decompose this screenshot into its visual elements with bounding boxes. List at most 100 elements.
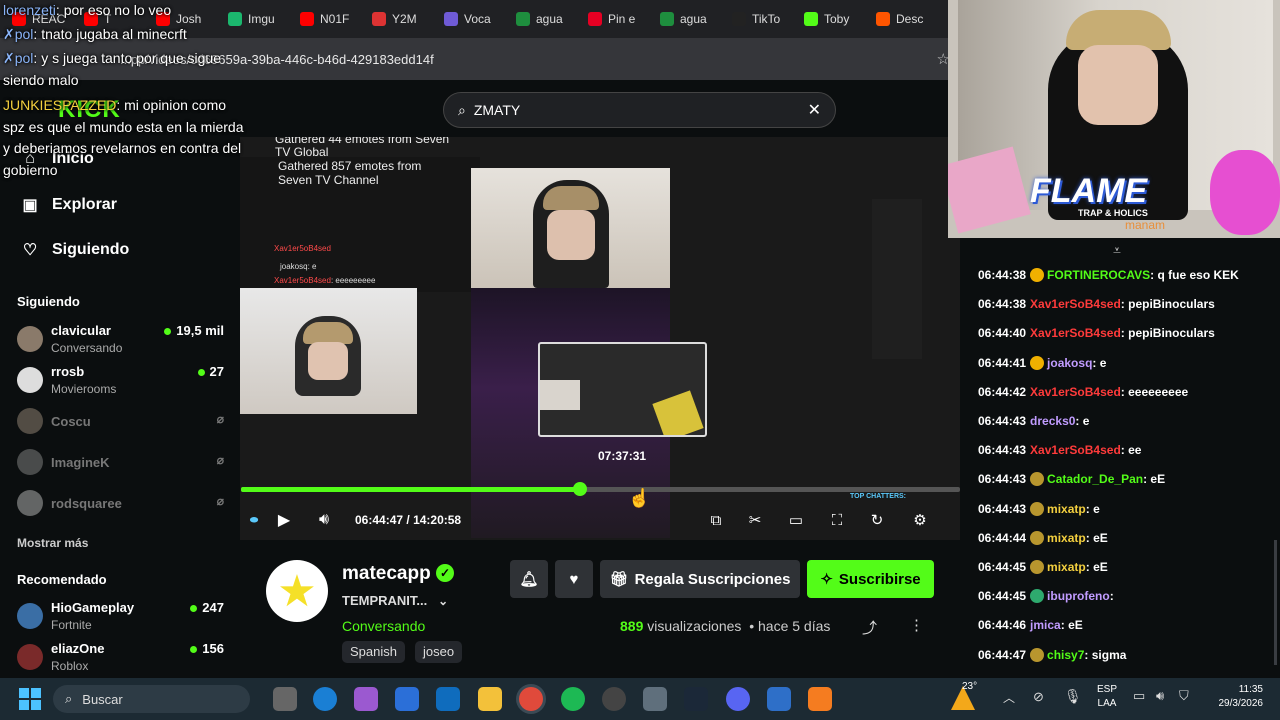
clip-icon[interactable]: ✂ — [743, 511, 767, 529]
chat-username[interactable]: mixatp — [1047, 531, 1086, 545]
follow-heart-button[interactable]: ♥ — [555, 560, 593, 598]
seek-bar-fill — [241, 487, 581, 492]
steam-icon[interactable] — [684, 687, 708, 711]
microphone-icon[interactable]: 🎙︎ — [1064, 688, 1082, 705]
task-view-icon[interactable] — [273, 687, 297, 711]
chat-username[interactable]: drecks0 — [1030, 414, 1075, 428]
chat-username[interactable]: chisy7 — [1047, 648, 1084, 662]
chat-username[interactable]: Xav1erSoB4sed — [1030, 443, 1121, 457]
chrome-icon[interactable] — [519, 687, 543, 711]
browser-tab[interactable]: Toby — [798, 4, 868, 34]
search-bar[interactable]: ⌕ ZMATY ✕ — [443, 92, 836, 128]
edge-icon[interactable] — [313, 687, 337, 711]
network-off-icon[interactable]: ⊘ — [1033, 689, 1044, 705]
picture-in-picture-icon[interactable]: ⧉ — [704, 512, 728, 529]
following-item-clavicular[interactable]: clavicular Conversando 19,5 mil — [17, 322, 227, 358]
recommended-item-hiogameplay[interactable]: HioGameplay Fortnite 247 — [17, 599, 227, 635]
show-more-link[interactable]: Mostrar más — [17, 536, 88, 550]
clock[interactable]: 11:35 29/3/2026 — [1205, 683, 1264, 711]
tag-spanish[interactable]: Spanish — [342, 641, 405, 663]
volume-icon[interactable]: 🔊︎ — [309, 511, 339, 529]
subscribe-button[interactable]: ✧ Suscribirse — [807, 560, 934, 598]
recommended-item-eliazone[interactable]: eliazOne Roblox 156 — [17, 640, 227, 676]
settings-icon[interactable] — [643, 687, 667, 711]
keyboard-language[interactable]: ESP LAA — [1097, 683, 1117, 711]
share-icon[interactable]: ⤴ — [862, 617, 877, 638]
browser-tab[interactable]: agua — [510, 4, 580, 34]
rocket-league-icon[interactable] — [767, 687, 791, 711]
chat-scrollbar[interactable] — [1274, 540, 1277, 665]
chat-username[interactable]: ibuprofeno — [1047, 589, 1110, 603]
browser-tab[interactable]: Voca — [438, 4, 508, 34]
channel-avatar[interactable]: ★ — [266, 560, 328, 622]
chat-username[interactable]: Xav1erSoB4sed — [1030, 326, 1121, 340]
clear-search-icon[interactable]: ✕ — [808, 100, 821, 120]
nav-explorar[interactable]: ▣ Explorar — [22, 195, 116, 215]
chevron-up-icon[interactable]: ︿ — [1003, 689, 1015, 706]
browser-tab[interactable]: Y2M — [366, 4, 436, 34]
windows-start-icon[interactable] — [19, 688, 41, 710]
live-toggle-icon[interactable]: ⬬ — [241, 515, 267, 526]
chat-username[interactable]: joakosq — [1047, 356, 1092, 370]
fl-studio-icon[interactable] — [808, 687, 832, 711]
cap-shape — [1066, 10, 1171, 50]
play-button[interactable]: ▶ — [269, 510, 299, 530]
outlook-icon[interactable] — [436, 687, 460, 711]
more-options-icon[interactable]: ⋮ — [909, 616, 924, 634]
following-item-imaginek[interactable]: ImagineK ⌀ — [17, 445, 227, 481]
following-item-rrosb[interactable]: rrosb Movierooms 27 — [17, 363, 227, 399]
offline-icon: ⌀ — [216, 494, 224, 508]
discord-icon[interactable] — [726, 687, 750, 711]
gift-subscriptions-button[interactable]: 🎁︎ Regala Suscripciones — [600, 560, 800, 598]
taskbar-search[interactable]: ⌕ Buscar — [53, 685, 250, 713]
kick-icon — [804, 12, 818, 26]
chevron-down-icon[interactable]: ⌄ — [438, 594, 448, 608]
following-item-rodsquaree[interactable]: rodsquaree ⌀ — [17, 486, 227, 522]
chat-username[interactable]: Xav1erSoB4sed — [1030, 297, 1121, 311]
compass-icon: ▣ — [22, 197, 38, 214]
preview-cam — [540, 380, 580, 410]
following-item-coscu[interactable]: Coscu ⌀ — [17, 404, 227, 440]
chat-text: : ee — [1120, 443, 1142, 458]
chat-username[interactable]: mixatp — [1047, 502, 1086, 516]
theater-mode-icon[interactable]: ▭ — [784, 511, 808, 529]
chat-username[interactable]: mixatp — [1047, 560, 1086, 574]
video-player[interactable]: Gathered 44 emotes from Seven TV Global … — [240, 137, 960, 540]
search-icon: ⌕ — [65, 691, 73, 706]
stream-category[interactable]: Conversando — [342, 618, 425, 634]
nav-siguiendo[interactable]: ♡ Siguiendo — [22, 240, 130, 260]
copilot-icon[interactable] — [354, 687, 378, 711]
settings-gear-icon[interactable]: ⚙ — [908, 511, 932, 529]
display-icon[interactable]: ▭ — [1133, 688, 1145, 704]
browser-tab[interactable]: N01F — [294, 4, 364, 34]
fullscreen-icon[interactable]: ⛶ — [825, 512, 849, 529]
chat-pinned-toggle-icon[interactable]: ⩡ — [1113, 242, 1121, 259]
notification-bell-button[interactable]: 🔔︎ — [510, 560, 548, 598]
browser-tab[interactable]: agua — [654, 4, 724, 34]
tag-joseo[interactable]: joseo — [415, 641, 463, 663]
browser-tab[interactable]: Imgu — [222, 4, 292, 34]
overlay-chat-line: gobierno — [3, 162, 58, 178]
chat-username[interactable]: jmica — [1030, 618, 1061, 632]
seek-bar[interactable] — [241, 482, 960, 496]
spotify-icon[interactable] — [561, 687, 585, 711]
drive-icon — [660, 12, 674, 26]
file-explorer-icon[interactable] — [478, 687, 502, 711]
buddha-sticker — [1210, 150, 1280, 235]
chat-username[interactable]: Catador_De_Pan — [1047, 472, 1143, 486]
browser-tab[interactable]: Desc — [870, 4, 940, 34]
browser-tab[interactable]: Pin e — [582, 4, 652, 34]
obs-icon[interactable] — [602, 687, 626, 711]
channel-name[interactable]: matecapp ✓ — [342, 563, 454, 585]
volume-icon[interactable]: 🔊︎ — [1156, 688, 1164, 704]
preview-item — [652, 390, 704, 435]
chat-username[interactable]: FORTINEROCAVS — [1047, 268, 1150, 282]
shield-icon[interactable]: ⛉ — [1179, 688, 1189, 704]
chat-timestamp: 06:44:47 — [978, 647, 1027, 662]
channel-name: clavicular — [51, 323, 111, 338]
store-icon[interactable] — [395, 687, 419, 711]
search-input[interactable]: ZMATY — [474, 102, 520, 118]
chat-username[interactable]: Xav1erSoB4sed — [1030, 385, 1121, 399]
browser-tab[interactable]: TikTo — [726, 4, 796, 34]
replay-icon[interactable]: ↻ — [865, 511, 889, 529]
